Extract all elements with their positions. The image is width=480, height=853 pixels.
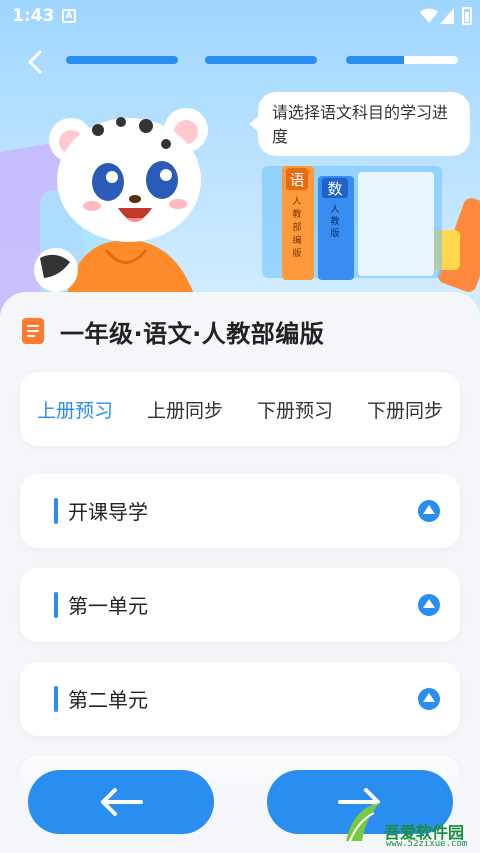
course-title-row: 一年级·语文·人教部编版 <box>22 314 324 348</box>
unit-accent-bar <box>54 498 58 524</box>
course-title: 一年级·语文·人教部编版 <box>60 319 325 348</box>
book-label-char: 版 <box>330 227 339 239</box>
book-label-char: 版 <box>292 247 301 259</box>
expand-toggle-icon[interactable] <box>418 688 440 710</box>
book-label-char: 部 <box>292 221 301 233</box>
wifi-icon <box>420 8 438 23</box>
tab-first-semester-sync[interactable]: 上册同步 <box>143 388 227 431</box>
site-watermark: 吾爱软件园 www.52zixue.com <box>340 793 476 851</box>
watermark-logo-icon <box>346 803 380 842</box>
progress-selection-sheet: 一年级·语文·人教部编版 上册预习 上册同步 下册预习 下册同步 开课导学 第一… <box>0 292 480 853</box>
book-label-char: 人 <box>292 196 301 207</box>
unit-item-1[interactable]: 第一单元 <box>20 568 460 642</box>
book-label-char: 教 <box>292 208 301 220</box>
unit-item-intro[interactable]: 开课导学 <box>20 474 460 548</box>
back-chevron-icon[interactable] <box>22 48 50 76</box>
battery-icon <box>462 7 472 25</box>
book-label-char: 人 <box>330 204 339 215</box>
book-label-char: 编 <box>292 234 301 246</box>
unit-accent-bar <box>54 592 58 618</box>
unit-accent-bar <box>54 686 58 712</box>
tab-second-semester-sync[interactable]: 下册同步 <box>363 388 447 431</box>
book-label-char: 语 <box>289 171 304 189</box>
semester-tabs: 上册预习 上册同步 下册预习 下册同步 <box>20 372 460 446</box>
tab-first-semester-preview[interactable]: 上册预习 <box>33 388 117 431</box>
textbooks-illustration: 语 人 教 部 编 版 数 人 教 版 <box>262 166 442 280</box>
signal-icon <box>440 8 454 24</box>
unit-label: 开课导学 <box>68 500 148 524</box>
progress-step-2 <box>205 56 317 64</box>
unit-item-2[interactable]: 第二单元 <box>20 662 460 736</box>
previous-button[interactable] <box>28 770 214 834</box>
expand-toggle-icon[interactable] <box>418 500 440 522</box>
arrow-left-icon <box>101 788 143 816</box>
unit-label: 第二单元 <box>68 688 148 712</box>
notification-a-icon: A <box>62 9 76 23</box>
expand-toggle-icon[interactable] <box>418 594 440 616</box>
mascot-tiger-illustration <box>34 108 208 300</box>
book-label-char: 数 <box>327 180 342 198</box>
hero-banner: 1:43 A 请选择语文科目的学习进度 语 人 教 部 编 版 数 人 教 版 <box>0 0 480 330</box>
watermark-url: www.52zixue.com <box>386 839 468 849</box>
status-bar: 1:43 A <box>0 0 480 34</box>
progress-step-1 <box>66 56 178 64</box>
unit-label: 第一单元 <box>68 594 148 618</box>
progress-step-3 <box>346 56 458 64</box>
status-time: 1:43 <box>12 6 55 26</box>
book-label-char: 教 <box>330 215 339 227</box>
document-icon <box>22 318 44 344</box>
tab-second-semester-preview[interactable]: 下册预习 <box>253 388 337 431</box>
prompt-bubble: 请选择语文科目的学习进度 <box>249 92 470 156</box>
